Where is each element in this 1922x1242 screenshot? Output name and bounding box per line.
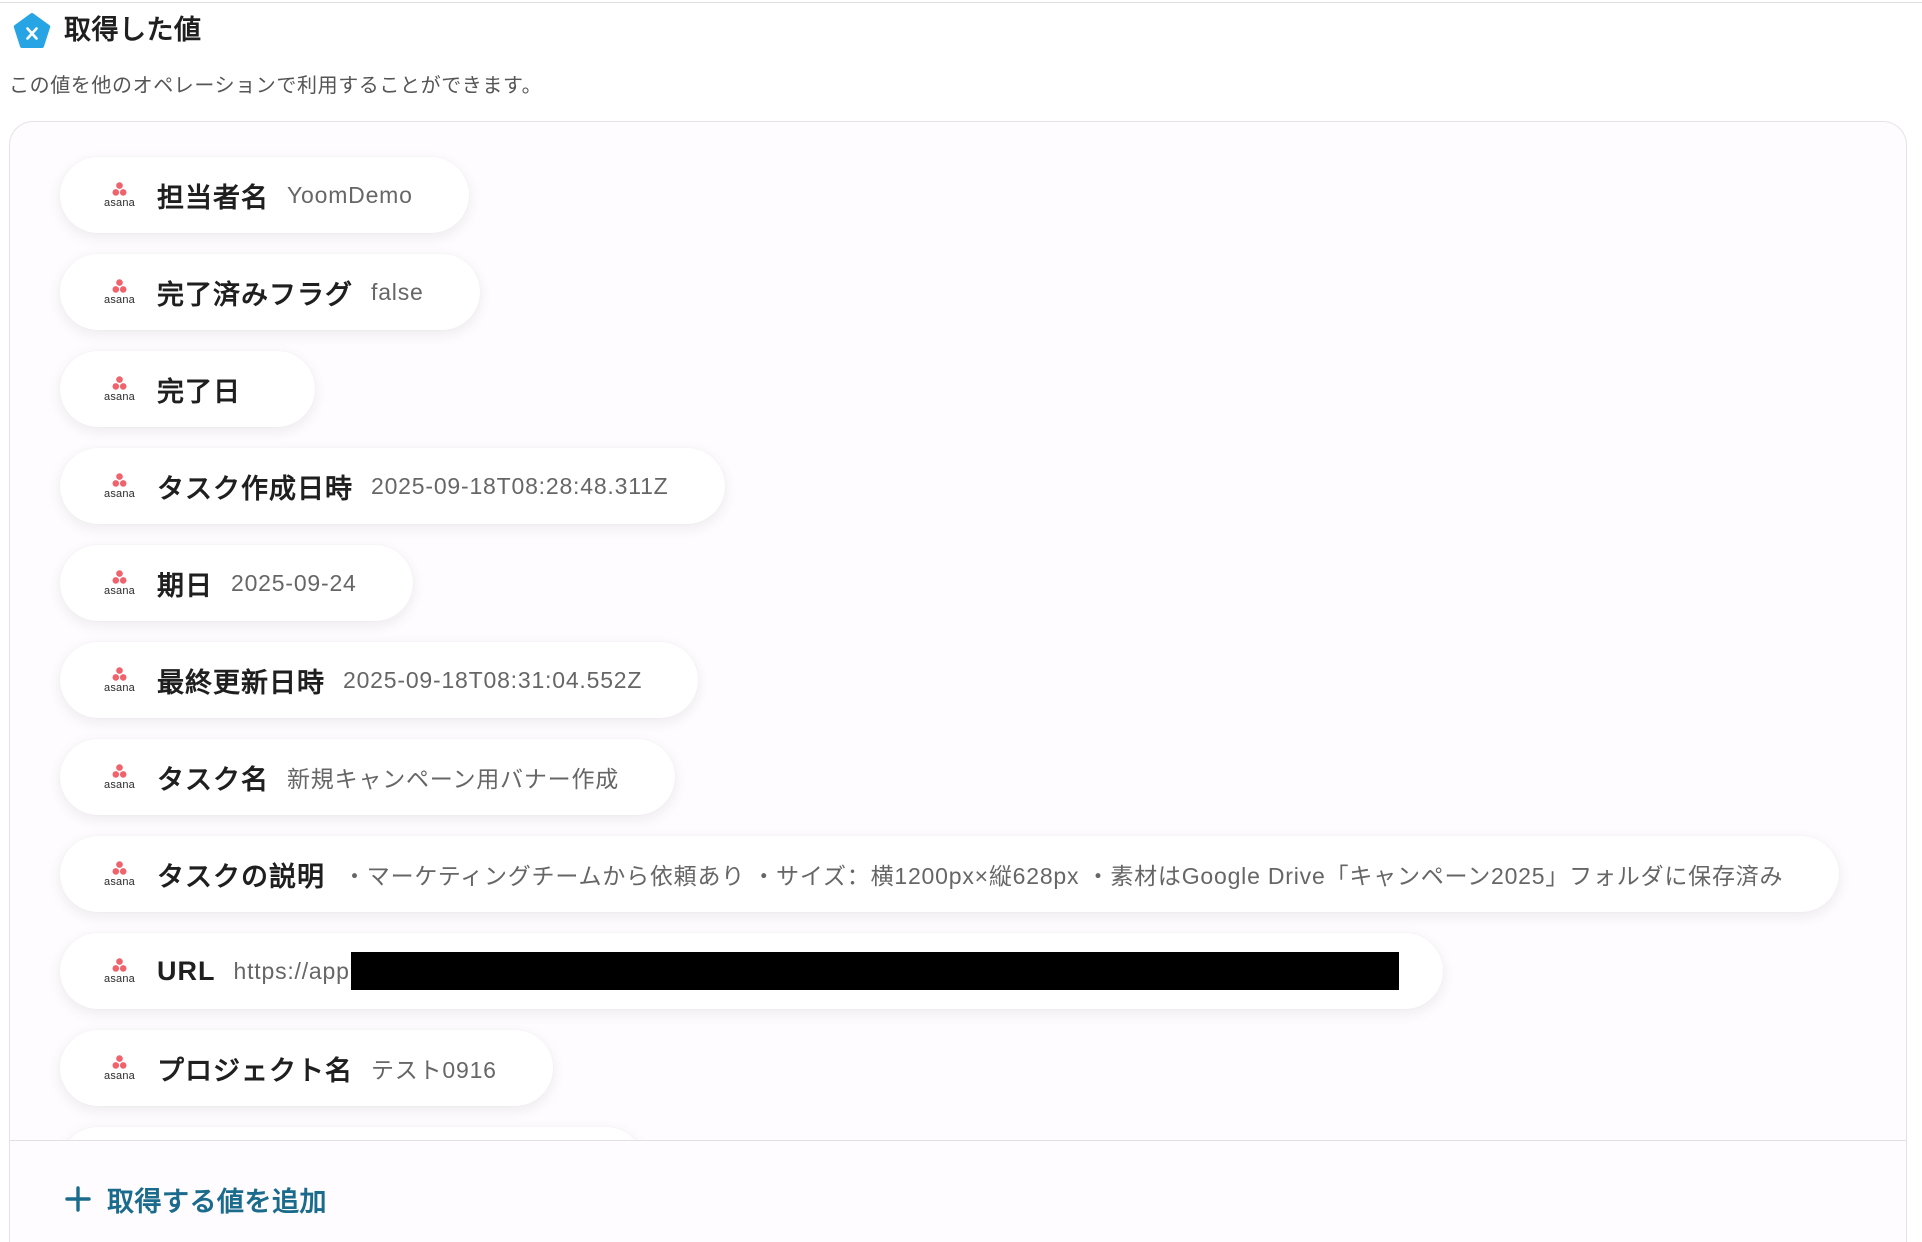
field-pill-task-description[interactable]: asana タスクの説明 ・マーケティングチームから依頼あり ・サイズ：横120… bbox=[60, 836, 1840, 912]
variable-icon bbox=[13, 13, 51, 48]
field-label: 期日 bbox=[157, 570, 213, 601]
field-value: 2025-09-18T08:31:04.552Z bbox=[343, 666, 643, 693]
redaction-bar bbox=[350, 952, 1399, 990]
field-label: タスク作成日時 bbox=[157, 473, 353, 504]
field-pill-url[interactable]: asana URL https://app bbox=[60, 933, 1443, 1009]
field-value: 2025-09-24 bbox=[231, 569, 357, 596]
field-label: 担当者名 bbox=[157, 182, 269, 213]
asana-logo-icon: asana bbox=[104, 279, 136, 305]
field-value: https://app bbox=[233, 957, 350, 984]
asana-logo-text: asana bbox=[104, 779, 136, 790]
field-label: タスクの説明 bbox=[157, 861, 325, 892]
field-value: YoomDemo bbox=[287, 181, 413, 208]
field-pill-task-created-at[interactable]: asana タスク作成日時 2025-09-18T08:28:48.311Z bbox=[60, 448, 725, 524]
top-divider bbox=[0, 2, 1922, 3]
field-pill-completed-flag[interactable]: asana 完了済みフラグ false bbox=[60, 254, 480, 330]
asana-logo-text: asana bbox=[104, 1070, 136, 1081]
field-pill-project-name[interactable]: asana プロジェクト名 テスト0916 bbox=[60, 1030, 553, 1106]
field-pill-due-date[interactable]: asana 期日 2025-09-24 bbox=[60, 545, 413, 621]
add-fetched-value-label: 取得する値を追加 bbox=[107, 1186, 327, 1217]
fetched-values-list[interactable]: asana 担当者名 YoomDemo asana 完了済みフラグ false … bbox=[10, 122, 1906, 1140]
asana-logo-icon: asana bbox=[104, 376, 136, 402]
field-label: 完了済みフラグ bbox=[157, 279, 353, 310]
plus-icon bbox=[65, 1186, 91, 1212]
fetched-values-panel: asana 担当者名 YoomDemo asana 完了済みフラグ false … bbox=[9, 121, 1907, 1242]
asana-logo-text: asana bbox=[104, 585, 136, 596]
field-value: 新規キャンペーン用バナー作成 bbox=[287, 766, 620, 792]
field-label: URL bbox=[157, 955, 216, 986]
asana-logo-text: asana bbox=[104, 682, 136, 693]
asana-logo-text: asana bbox=[104, 197, 136, 208]
field-label: 完了日 bbox=[157, 376, 241, 407]
field-label: 最終更新日時 bbox=[157, 667, 325, 698]
asana-logo-text: asana bbox=[104, 876, 136, 887]
asana-logo-text: asana bbox=[104, 391, 136, 402]
field-pill-partial[interactable] bbox=[60, 1127, 644, 1140]
section-description: この値を他のオペレーションで利用することができます。 bbox=[9, 75, 543, 97]
asana-logo-text: asana bbox=[104, 973, 136, 984]
field-value: false bbox=[371, 278, 424, 305]
add-fetched-value-button[interactable]: 取得する値を追加 bbox=[64, 1181, 327, 1217]
field-value: 2025-09-18T08:28:48.311Z bbox=[371, 472, 669, 499]
field-value: ・マーケティングチームから依頼あり ・サイズ：横1200px×縦628px ・素… bbox=[343, 863, 1784, 889]
section-title: 取得した値 bbox=[64, 15, 202, 45]
asana-logo-icon: asana bbox=[104, 182, 136, 208]
asana-logo-icon: asana bbox=[104, 764, 136, 790]
field-pill-assignee-name[interactable]: asana 担当者名 YoomDemo bbox=[60, 157, 469, 233]
field-label: プロジェクト名 bbox=[157, 1055, 353, 1086]
asana-logo-icon: asana bbox=[104, 667, 136, 693]
field-label: タスク名 bbox=[157, 764, 269, 795]
asana-logo-icon: asana bbox=[104, 473, 136, 499]
asana-logo-icon: asana bbox=[104, 958, 136, 984]
asana-logo-text: asana bbox=[104, 294, 136, 305]
asana-logo-icon: asana bbox=[104, 861, 136, 887]
field-pill-completed-date[interactable]: asana 完了日 bbox=[60, 351, 315, 427]
field-pill-last-modified-at[interactable]: asana 最終更新日時 2025-09-18T08:31:04.552Z bbox=[60, 642, 699, 718]
asana-logo-icon: asana bbox=[104, 1055, 136, 1081]
field-value: テスト0916 bbox=[371, 1057, 497, 1083]
asana-logo-text: asana bbox=[104, 488, 136, 499]
asana-logo-icon: asana bbox=[104, 570, 136, 596]
panel-footer: 取得する値を追加 bbox=[10, 1140, 1906, 1242]
field-pill-task-name[interactable]: asana タスク名 新規キャンペーン用バナー作成 bbox=[60, 739, 676, 815]
